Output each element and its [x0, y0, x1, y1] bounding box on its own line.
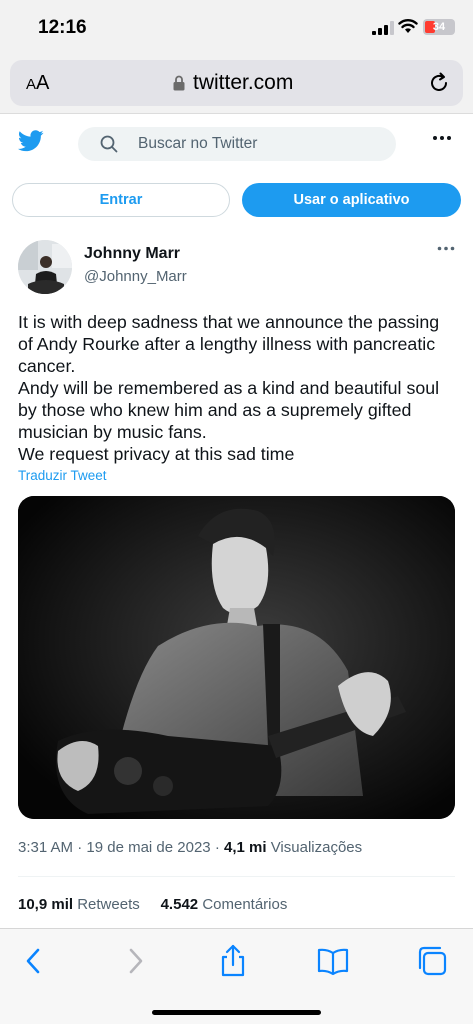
bookmarks-icon[interactable] — [316, 944, 350, 978]
use-app-button[interactable]: Usar o aplicativo — [242, 183, 461, 217]
views-count: 4,1 mi — [224, 839, 267, 856]
reader-settings-button[interactable]: AA — [26, 72, 49, 95]
battery-icon: 34 — [423, 19, 455, 35]
translate-tweet-link[interactable]: Traduzir Tweet — [18, 468, 107, 483]
browser-address-area: AA twitter.com — [0, 54, 473, 114]
tweet-meta: 3:31 AM · 19 de mai de 2023 · 4,1 mi Vis… — [18, 839, 363, 856]
tweet-date[interactable]: 19 de mai de 2023 — [86, 839, 210, 856]
author-name[interactable]: Johnny Marr — [84, 245, 180, 263]
status-bar: 12:16 34 — [0, 0, 473, 54]
tweet-stats: 10,9 mil Retweets 4.542 Comentários — [18, 896, 287, 913]
tweet-text-line: We request privacy at this sad time — [18, 444, 295, 464]
search-icon — [100, 135, 118, 153]
tweet-photo[interactable] — [18, 496, 455, 819]
share-icon[interactable] — [216, 944, 250, 978]
forward-icon[interactable] — [118, 944, 152, 978]
twitter-bird-icon[interactable] — [18, 130, 44, 152]
cellular-signal-icon — [372, 21, 394, 35]
back-icon[interactable] — [17, 944, 51, 978]
views-label: Visualizações — [270, 839, 363, 856]
login-button[interactable]: Entrar — [12, 183, 230, 217]
search-placeholder: Buscar no Twitter — [138, 135, 258, 152]
tweet-text: It is with deep sadness that we announce… — [18, 311, 458, 465]
retweets-stat[interactable]: 10,9 mil Retweets — [18, 896, 140, 913]
lock-icon — [173, 75, 185, 91]
wifi-icon — [398, 19, 418, 33]
avatar[interactable] — [18, 240, 72, 294]
status-time: 12:16 — [38, 17, 87, 38]
author-handle[interactable]: @Johnny_Marr — [84, 268, 187, 285]
url-text[interactable]: twitter.com — [193, 71, 293, 95]
tweet-time[interactable]: 3:31 AM — [18, 839, 73, 856]
more-options-icon[interactable] — [432, 135, 452, 141]
tweet-more-icon[interactable] — [437, 246, 455, 251]
address-bar[interactable]: AA twitter.com — [10, 60, 463, 106]
divider — [18, 876, 455, 877]
twitter-header: Buscar no Twitter — [0, 115, 473, 171]
tweet-text-line: Andy will be remembered as a kind and be… — [18, 378, 440, 442]
comments-stat[interactable]: 4.542 Comentários — [161, 896, 288, 913]
tabs-icon[interactable] — [415, 944, 449, 978]
search-input[interactable]: Buscar no Twitter — [78, 127, 396, 161]
home-indicator — [152, 1010, 321, 1015]
reload-icon[interactable] — [428, 72, 450, 94]
battery-level: 34 — [432, 21, 446, 33]
tweet-text-line: It is with deep sadness that we announce… — [18, 312, 440, 376]
